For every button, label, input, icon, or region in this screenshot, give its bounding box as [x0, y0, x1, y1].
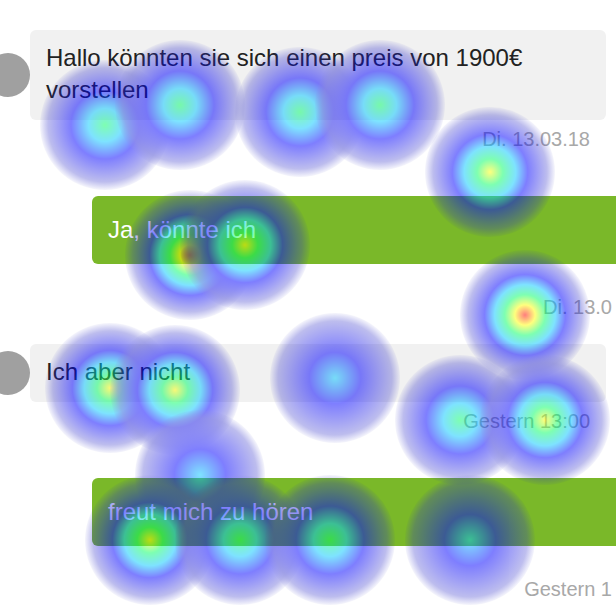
message-text: Hallo könnten sie sich einen preis von 1… — [46, 44, 522, 103]
avatar-icon[interactable] — [0, 53, 30, 97]
heatmap-spot — [315, 40, 445, 170]
message-text: freut mich zu hören — [108, 498, 313, 525]
message-time: Gestern 13:00 — [0, 408, 616, 434]
message-row: Ja, könnte ich — [0, 196, 616, 264]
message-row: Ich aber nicht — [0, 344, 616, 402]
heatmap-spot — [270, 313, 400, 443]
message-bubble[interactable]: freut mich zu hören — [92, 478, 616, 546]
message-time: Di. 13.03.18 — [0, 126, 616, 152]
message: Ich aber nicht Gestern 13:00 — [0, 344, 616, 434]
message-text: Ja, könnte ich — [108, 216, 256, 243]
heatmap-spot — [135, 410, 265, 540]
message: Hallo könnten sie sich einen preis von 1… — [0, 30, 616, 152]
heatmap-spot — [115, 40, 245, 170]
heatmap-spot — [265, 475, 395, 605]
heatmap-spot — [405, 475, 535, 605]
message: Ja, könnte ich Di. 13.0 — [0, 196, 616, 320]
message-row: Hallo könnten sie sich einen preis von 1… — [0, 30, 616, 120]
heatmap-spot — [110, 325, 240, 455]
heatmap-spot — [425, 107, 555, 237]
heatmap-spot — [395, 355, 525, 485]
message-bubble[interactable]: Hallo könnten sie sich einen preis von 1… — [30, 30, 606, 120]
heatmap-spot — [45, 323, 175, 453]
avatar-icon[interactable] — [0, 351, 30, 395]
message-bubble[interactable]: Ja, könnte ich — [92, 196, 616, 264]
message-time: Di. 13.0 — [0, 294, 616, 320]
heatmap-spot — [235, 47, 365, 177]
heatmap-overlay — [0, 0, 616, 616]
message-thread: Hallo könnten sie sich einen preis von 1… — [0, 0, 616, 616]
heatmap-spot — [460, 250, 590, 380]
message-text: Ich aber nicht — [46, 358, 190, 385]
message-bubble[interactable]: Ich aber nicht — [30, 344, 606, 402]
message-row: freut mich zu hören — [0, 478, 616, 546]
heatmap-spot — [85, 475, 215, 605]
heatmap-spot — [180, 180, 310, 310]
heatmap-spot — [125, 190, 255, 320]
chat-screen: Hallo könnten sie sich einen preis von 1… — [0, 0, 616, 616]
heatmap-spot — [480, 355, 610, 485]
message-time: Gestern 1 — [0, 576, 616, 602]
message: freut mich zu hören Gestern 1 — [0, 478, 616, 602]
heatmap-spot — [40, 60, 170, 190]
heatmap-spot — [175, 475, 305, 605]
